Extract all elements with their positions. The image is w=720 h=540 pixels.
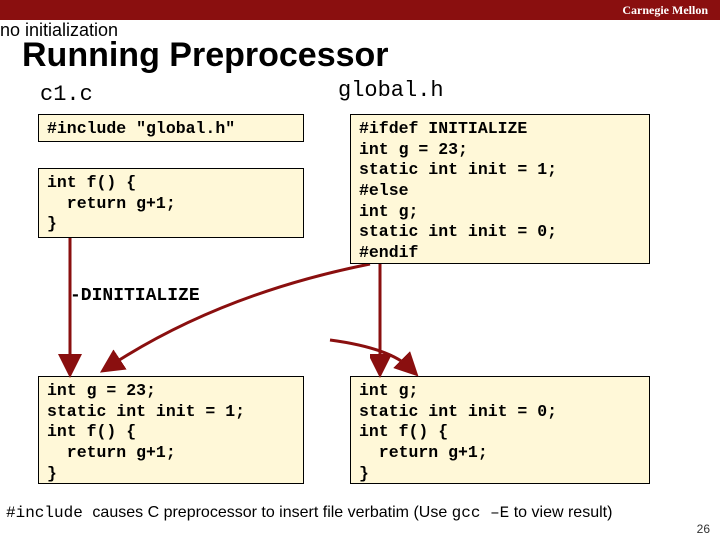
code-out-noinit: int g; static int init = 0; int f() { re… xyxy=(350,376,650,484)
page-number: 26 xyxy=(697,522,710,536)
footer-note: #include causes C preprocessor to insert… xyxy=(6,504,612,522)
slide-title: Running Preprocessor xyxy=(22,36,389,75)
code-out-init: int g = 23; static int init = 1; int f()… xyxy=(38,376,304,484)
footer-text1: causes C preprocessor to insert file ver… xyxy=(92,504,451,521)
footer-code1: #include xyxy=(6,504,92,522)
footer-code2: gcc –E xyxy=(452,504,510,522)
arrow-noinit-to-right xyxy=(320,318,440,378)
code-header: #ifdef INITIALIZE int g = 23; static int… xyxy=(350,114,650,264)
brand-bar: Carnegie Mellon xyxy=(0,0,720,20)
code-include: #include "global.h" xyxy=(38,114,304,142)
slide-body: Running Preprocessor c1.c global.h #incl… xyxy=(0,20,720,540)
brand-text: Carnegie Mellon xyxy=(622,3,708,18)
filename-left: c1.c xyxy=(40,82,93,107)
code-func: int f() { return g+1; } xyxy=(38,168,304,238)
filename-right: global.h xyxy=(338,78,444,103)
footer-text2: to view result) xyxy=(509,504,612,521)
